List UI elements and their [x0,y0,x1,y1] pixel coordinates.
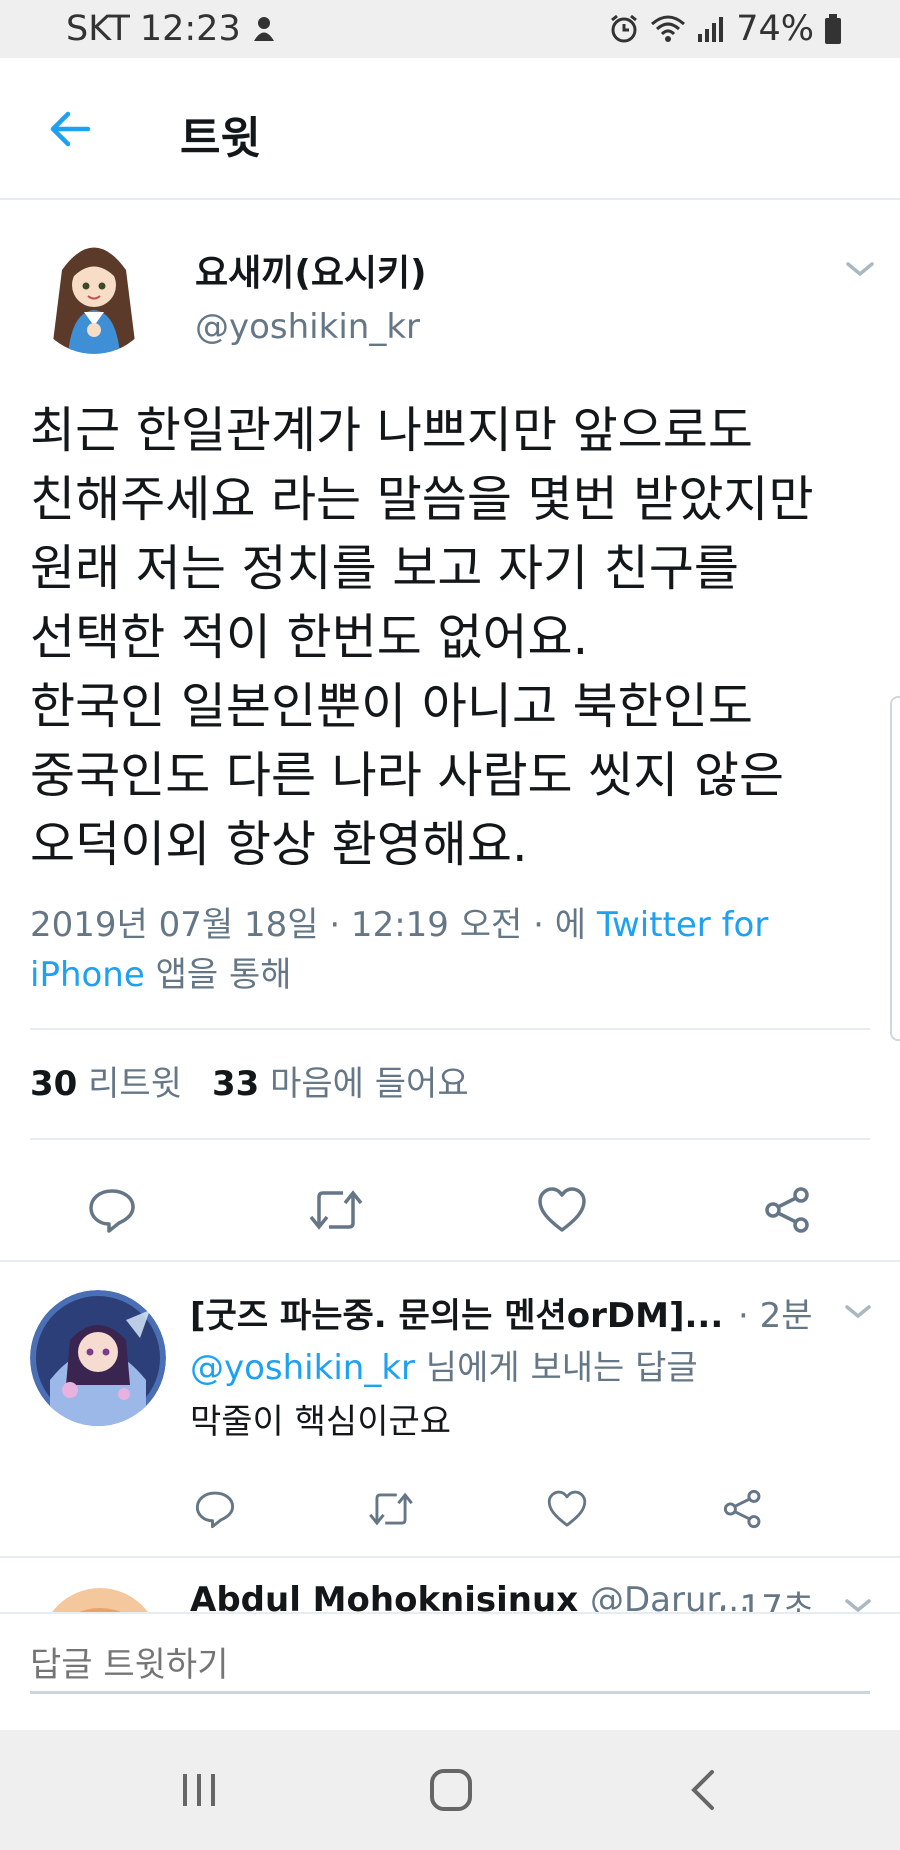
retweet-button[interactable] [366,1484,416,1534]
share-button[interactable] [758,1180,818,1240]
system-nav-bar [0,1730,900,1850]
page-title: 트윗 [180,113,261,164]
tweet-stats: 30 리트윗 33 마음에 들어요 [30,1056,469,1105]
avatar[interactable] [32,230,156,354]
carrier-label: SKT [66,9,130,49]
reply-menu-button[interactable] [840,1298,876,1326]
divider [0,1260,900,1262]
status-right: 74% [608,9,842,49]
recent-apps-button[interactable] [164,1760,234,1820]
reply-time: · 2분 [738,1296,813,1336]
heart-icon [538,1187,586,1232]
divider [0,1556,900,1558]
mention-link[interactable]: @yoshikin_kr [190,1348,415,1388]
heart-icon [547,1490,587,1527]
battery-icon [824,13,842,45]
chevron-down-icon [845,1305,871,1319]
retweet-icon [369,1492,413,1526]
home-icon [430,1769,472,1811]
source-suffix: 앱을 통해 [155,955,292,995]
reply-button[interactable] [190,1484,240,1534]
retweet-icon [309,1190,363,1230]
likes-count: 33 [211,1064,260,1104]
recent-apps-icon [183,1774,215,1806]
share-icon [723,1489,761,1529]
tweet-text: 최근 한일관계가 나쁘지만 앞으로도 친해주세요 라는 말씀을 몇번 받았지만 … [30,402,814,873]
reply-text: 막줄이 핵심이군요 [190,1402,452,1442]
top-app-bar: 트윗 [0,58,900,200]
chevron-down-icon [846,262,874,277]
display-name[interactable]: 요새끼(요시키) [195,244,427,296]
likes-label: 마음에 들어요 [270,1064,469,1104]
home-button[interactable] [416,1760,486,1820]
tweet-timestamp: 2019년 07월 18일 · 12:19 오전 · 에 [30,905,586,945]
divider [30,1028,870,1030]
replying-to-suffix: 님에게 보내는 답글 [425,1348,698,1388]
battery-percent: 74% [736,9,814,49]
reply-button[interactable] [82,1180,142,1240]
retweets-label: 리트윗 [88,1064,182,1104]
notification-icon [251,14,277,44]
divider [30,1138,870,1140]
reply-icon [89,1189,135,1233]
replying-to: @yoshikin_kr 님에게 보내는 답글 [190,1340,698,1389]
back-button[interactable] [42,104,98,154]
screen: SKT 12:23 74% 트윗 요새끼(요시키) @yoshikin_kr 최… [0,0,900,1850]
avatar-image [32,230,156,354]
share-button[interactable] [718,1484,768,1534]
tweet-meta: 2019년 07월 18일 · 12:19 오전 · 에 Twitter for… [30,900,870,1000]
system-back-button[interactable] [668,1760,738,1820]
retweets-count: 30 [30,1064,78,1104]
user-handle[interactable]: @yoshikin_kr [195,307,420,347]
compose-bar [0,1612,900,1730]
scrollbar[interactable] [890,696,900,1041]
reply-icon [195,1491,235,1529]
chevron-left-icon [691,1770,714,1810]
retweets-stat[interactable]: 30 리트윗 [30,1056,182,1105]
signal-icon [696,14,726,44]
status-left: SKT 12:23 [66,9,277,49]
reply-display-name[interactable]: [굿즈 파는중. 문의는 멘션orDM]... [190,1288,723,1337]
share-icon [765,1187,809,1233]
like-button[interactable] [532,1180,592,1240]
alarm-icon [608,13,640,45]
retweet-button[interactable] [306,1180,366,1240]
tweet-menu-button[interactable] [840,254,880,284]
like-button[interactable] [542,1484,592,1534]
arrow-left-icon [50,111,91,147]
status-bar: SKT 12:23 74% [0,0,900,58]
wifi-icon [650,14,686,44]
avatar[interactable] [30,1290,166,1426]
clock-label: 12:23 [139,9,241,49]
reply-input[interactable] [30,1638,870,1694]
likes-stat[interactable]: 33 마음에 들어요 [212,1056,469,1105]
avatar-image [30,1290,166,1426]
